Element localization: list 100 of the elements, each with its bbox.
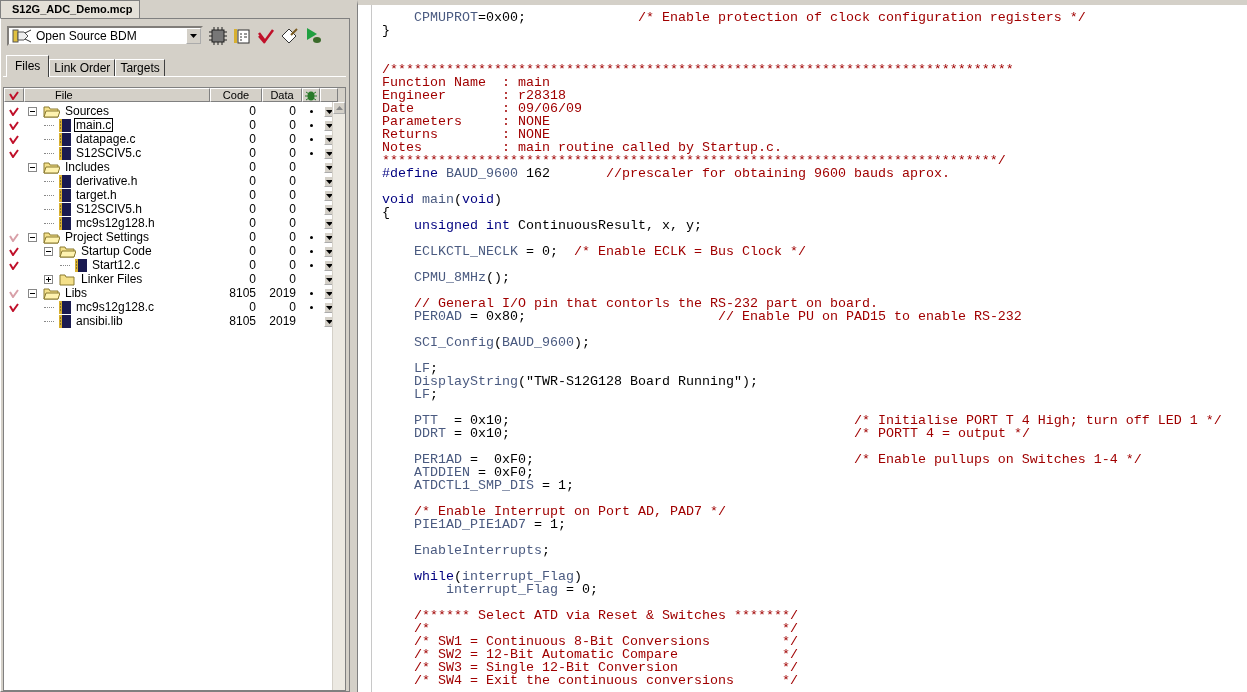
expand-toggle[interactable] xyxy=(28,288,37,298)
expand-toggle[interactable] xyxy=(44,246,53,256)
file-name[interactable]: derivative.h xyxy=(74,174,140,188)
code-line: Notes : main routine called by Startup.c. xyxy=(382,141,782,154)
check-icon[interactable] xyxy=(9,246,19,256)
code-line: PER0AD = 0x80; // Enable PU on PAD15 to enable RS-232 xyxy=(413,310,1022,323)
data-size: 0 xyxy=(288,202,297,216)
data-size: 0 xyxy=(288,272,297,286)
data-size: 0 xyxy=(288,216,297,230)
project-tab[interactable]: S12G_ADC_Demo.mcp xyxy=(0,0,140,18)
code-line: DisplayString("TWR-S12G128 Board Running"); xyxy=(413,375,758,388)
file-name[interactable]: target.h xyxy=(74,188,119,202)
code-line: PIE1AD_PIE1AD7 = 1; xyxy=(413,518,566,531)
file-name[interactable]: Startup Code xyxy=(79,244,154,258)
code-line: void main(void) xyxy=(382,193,502,206)
code-line: interrupt_Flag = 0; xyxy=(445,583,598,596)
folder-icon xyxy=(43,104,60,118)
file-icon xyxy=(59,300,71,314)
code-line: // General I/O pin that contorls the RS-232 part on board. xyxy=(413,297,878,310)
debug-dot[interactable] xyxy=(309,137,313,141)
document-list-icon[interactable] xyxy=(233,27,251,45)
tab[interactable]: Targets xyxy=(115,59,165,76)
tab[interactable]: Files xyxy=(6,55,50,77)
check-icon[interactable] xyxy=(9,232,19,242)
code-line: Parameters : NONE xyxy=(382,115,550,128)
chip-icon[interactable] xyxy=(209,27,227,45)
file-name[interactable]: mc9s12g128.h xyxy=(74,216,157,230)
file-name[interactable]: main.c xyxy=(74,118,114,132)
check-icon[interactable] xyxy=(9,148,19,158)
check-icon[interactable] xyxy=(9,288,19,298)
eraser-icon[interactable] xyxy=(281,27,299,45)
code-size: 8105 xyxy=(228,314,257,328)
code-line: /* Enable Interrupt on Port AD, PAD7 */ xyxy=(413,505,726,518)
code-line: #define BAUD_9600 162 //prescaler for obtaining 9600 bauds aprox. xyxy=(382,167,950,180)
file-name[interactable]: Start12.c xyxy=(90,258,143,272)
code-line: EnableInterrupts; xyxy=(413,544,550,557)
code-line: /* SW4 = Exit the continuous conversions */ xyxy=(413,674,798,687)
file-name[interactable]: ansibi.lib xyxy=(74,314,125,328)
data-size: 0 xyxy=(288,244,297,258)
file-name[interactable]: S12SCIV5.c xyxy=(74,146,144,160)
code-line: CPMUPROT=0x00; /* Enable protection of clock configuration registers */ xyxy=(413,11,1086,24)
code-size: 0 xyxy=(248,258,257,272)
debug-column-header[interactable] xyxy=(302,88,320,102)
code-line: *****************************************************************************/ xyxy=(382,154,1006,167)
check-icon[interactable] xyxy=(9,134,19,144)
code-line: /****** Select ATD via Reset & Switches *******/ xyxy=(413,609,798,622)
code-size: 0 xyxy=(248,230,257,244)
data-size: 0 xyxy=(288,146,297,160)
check-icon[interactable] xyxy=(9,120,19,130)
expand-toggle[interactable] xyxy=(28,162,37,172)
file-name[interactable]: mc9s12g128.c xyxy=(74,300,157,314)
expand-toggle[interactable] xyxy=(28,232,37,242)
file-name[interactable]: Linker Files xyxy=(79,272,145,286)
bug-icon xyxy=(305,89,317,101)
folder-icon xyxy=(43,286,60,300)
file-name[interactable]: S12SCIV5.h xyxy=(74,202,145,216)
check-icon xyxy=(9,90,19,100)
target-dropdown[interactable]: Open Source BDM xyxy=(7,26,203,46)
expand-toggle[interactable] xyxy=(28,106,37,116)
column-header[interactable]: Code xyxy=(210,88,262,102)
debug-dot[interactable] xyxy=(309,291,313,295)
debug-dot[interactable] xyxy=(309,263,313,267)
code-size: 0 xyxy=(248,132,257,146)
code-editor[interactable] xyxy=(357,0,1247,692)
data-size: 0 xyxy=(288,188,297,202)
debug-dot[interactable] xyxy=(309,235,313,239)
file-icon xyxy=(75,258,87,272)
debug-dot[interactable] xyxy=(309,109,313,113)
tab[interactable]: Link Order xyxy=(49,59,116,76)
code-size: 8105 xyxy=(228,286,257,300)
check-icon[interactable] xyxy=(257,27,275,45)
check-icon[interactable] xyxy=(9,106,19,116)
code-line: /****************************************************************************** xyxy=(382,63,1014,76)
column-header[interactable]: File xyxy=(24,88,210,102)
scrollbar[interactable] xyxy=(332,102,345,690)
debug-dot[interactable] xyxy=(309,123,313,127)
touch-column-header[interactable] xyxy=(4,88,24,102)
code-line: CPMU_8MHz(); xyxy=(413,271,510,284)
file-name[interactable]: datapage.c xyxy=(74,132,138,146)
file-name[interactable]: Includes xyxy=(63,160,112,174)
code-line: /* SW1 = Continuous 8-Bit Conversions */ xyxy=(413,635,798,648)
folder-icon xyxy=(59,272,76,286)
file-name[interactable]: Project Settings xyxy=(63,230,152,244)
code-size: 0 xyxy=(248,146,257,160)
code-line: Engineer : r28318 xyxy=(382,89,566,102)
file-name[interactable]: Sources xyxy=(63,104,112,118)
code-size: 0 xyxy=(248,272,257,286)
code-line: Returns : NONE xyxy=(382,128,550,141)
column-header[interactable] xyxy=(320,88,338,102)
check-icon[interactable] xyxy=(9,260,19,270)
debug-dot[interactable] xyxy=(309,305,313,309)
file-name[interactable]: Libs xyxy=(63,286,89,300)
debug-dot[interactable] xyxy=(309,151,313,155)
data-size: 0 xyxy=(288,118,297,132)
debug-dot[interactable] xyxy=(309,249,313,253)
debug-icon[interactable] xyxy=(305,27,323,45)
check-icon[interactable] xyxy=(9,302,19,312)
code-line: PER1AD = 0xF0; /* Enable pullups on Switches 1-4 */ xyxy=(413,453,1142,466)
expand-toggle[interactable] xyxy=(44,274,53,284)
column-header[interactable]: Data xyxy=(262,88,302,102)
